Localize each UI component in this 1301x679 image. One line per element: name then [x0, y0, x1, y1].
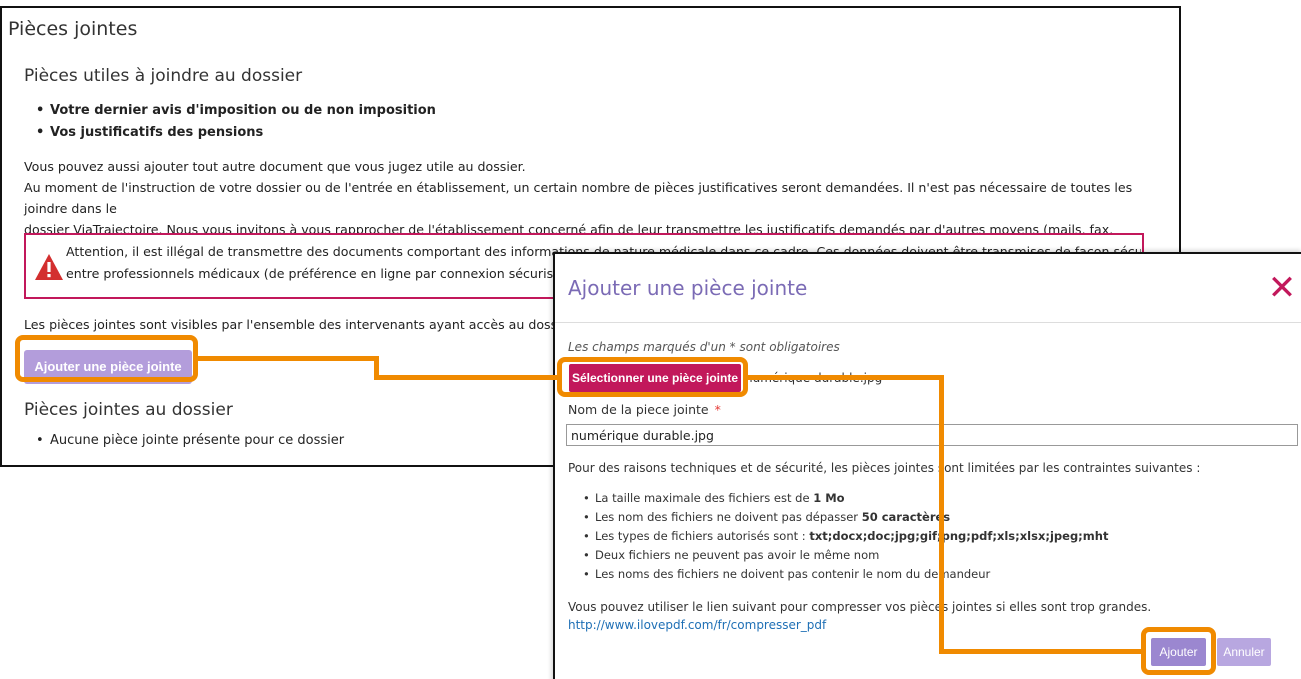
- attachment-name-input[interactable]: [566, 424, 1298, 446]
- list-item: Votre dernier avis d'imposition ou de no…: [36, 100, 436, 122]
- compress-note: Vous pouvez utiliser le lien suivant pou…: [568, 600, 1152, 614]
- connector-line: [939, 375, 944, 654]
- constraints-list: La taille maximale des fichiers est de 1…: [583, 489, 1108, 584]
- divider: [555, 322, 1301, 323]
- attachment-name-label: Nom de la piece jointe *: [568, 402, 721, 417]
- label-text: Nom de la piece jointe: [568, 402, 709, 417]
- connector-line: [747, 375, 944, 380]
- list-item: Deux fichiers ne peuvent pas avoir le mê…: [583, 546, 1108, 565]
- info-line: Vous pouvez aussi ajouter tout autre doc…: [24, 159, 526, 174]
- info-line: Au moment de l'instruction de votre doss…: [24, 180, 1133, 216]
- useful-documents-heading: Pièces utiles à joindre au dossier: [24, 66, 303, 86]
- select-attachment-button[interactable]: Sélectionner une pièce jointe: [569, 364, 741, 392]
- warning-icon: [35, 254, 63, 280]
- connector-line: [939, 649, 1143, 654]
- required-marker: *: [714, 402, 721, 417]
- dialog-title: Ajouter une pièce jointe: [568, 276, 808, 300]
- attached-documents-list: Aucune pièce jointe présente pour ce dos…: [36, 430, 344, 452]
- add-attachment-dialog: Ajouter une pièce jointe ✕ Les champs ma…: [553, 252, 1301, 679]
- compress-link[interactable]: http://www.ilovepdf.com/fr/compresser_pd…: [568, 618, 826, 632]
- list-item: Aucune pièce jointe présente pour ce dos…: [36, 430, 344, 452]
- constraints-intro: Pour des raisons techniques et de sécuri…: [568, 461, 1201, 475]
- required-fields-note: Les champs marqués d'un * sont obligatoi…: [568, 340, 840, 354]
- add-attachment-button[interactable]: Ajouter une pièce jointe: [24, 350, 192, 384]
- connector-line: [374, 375, 560, 380]
- list-item: Vos justificatifs des pensions: [36, 122, 436, 144]
- list-item: Les types de fichiers autorisés sont : t…: [583, 527, 1108, 546]
- panel-title: Pièces jointes: [8, 18, 138, 40]
- list-item: La taille maximale des fichiers est de 1…: [583, 489, 1108, 508]
- useful-documents-list: Votre dernier avis d'imposition ou de no…: [36, 100, 436, 144]
- close-icon[interactable]: ✕: [1267, 271, 1297, 305]
- connector-line: [197, 356, 377, 361]
- add-button[interactable]: Ajouter: [1151, 638, 1206, 666]
- cancel-button[interactable]: Annuler: [1217, 638, 1271, 666]
- list-item: Les noms des fichiers ne doivent pas con…: [583, 565, 1108, 584]
- list-item: Les nom des fichiers ne doivent pas dépa…: [583, 508, 1108, 527]
- attached-documents-heading: Pièces jointes au dossier: [24, 400, 233, 420]
